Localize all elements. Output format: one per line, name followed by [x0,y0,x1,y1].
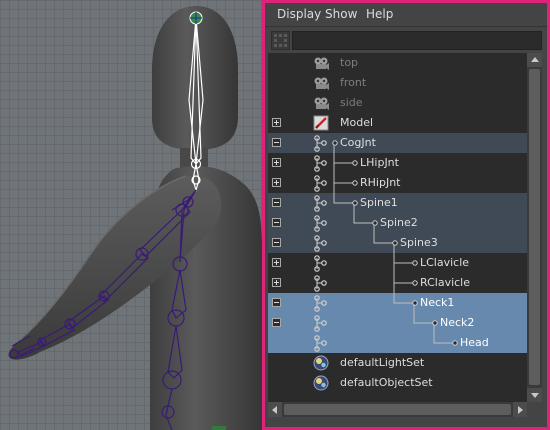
joint-bullet [352,160,358,166]
scroll-down-arrow[interactable] [527,388,542,402]
joint-bullet [372,220,378,226]
joint-bullet [392,240,398,246]
menu-show[interactable]: Show [325,7,357,21]
hierarchy-connector [393,243,415,264]
horizontal-scroll-thumb[interactable] [284,404,511,415]
joint-bullet [352,200,358,206]
hierarchy-connector [393,243,415,304]
joint-bullet [412,300,418,306]
menu-bar: Display Show Help [265,3,547,27]
vertical-scroll-thumb[interactable] [529,69,540,385]
hierarchy-connector [413,303,435,324]
hierarchy-connector [353,203,375,224]
menu-display[interactable]: Display [277,7,321,21]
viewport-scene [0,0,262,430]
filter-options-button[interactable] [271,31,290,50]
joint-bullet [412,280,418,286]
outliner-tree: top front side Model CogJnt LHipJnt RHipJnt Spi… [268,53,527,402]
ground-marker [212,426,226,430]
joint-bullet [412,260,418,266]
scroll-up-arrow[interactable] [527,53,542,67]
viewport-panel[interactable] [0,0,262,430]
horizontal-scrollbar[interactable] [268,402,527,417]
joint-bullet [432,320,438,326]
hierarchy-connector [373,223,395,244]
hierarchy-connector [333,143,355,204]
outliner-body: Display Show Help top front side Model CogJn… [265,3,547,427]
hierarchy-lines [332,140,458,346]
hierarchy-connector [433,323,455,344]
joint-bullet [352,180,358,186]
outliner-window: Display Show Help top front side Model CogJn… [262,0,550,430]
vertical-scrollbar[interactable] [527,53,542,402]
filter-row [265,27,547,53]
filter-input[interactable] [292,31,542,50]
scroll-left-arrow[interactable] [268,402,282,417]
scroll-right-arrow[interactable] [513,402,527,417]
hierarchy-connector [333,143,355,164]
joint-bullet [452,340,458,346]
head-end-joint[interactable] [189,11,203,25]
menu-help[interactable]: Help [366,7,393,21]
joint-bullet [332,140,338,146]
